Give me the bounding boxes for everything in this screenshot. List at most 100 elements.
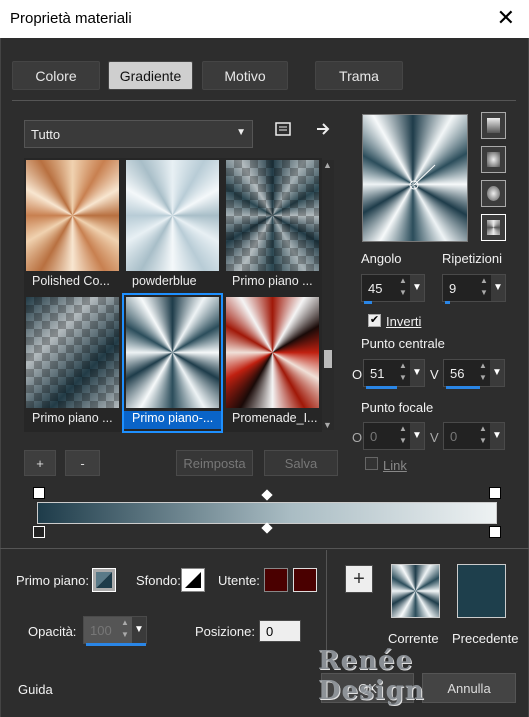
focal-v-value: 0	[450, 428, 458, 444]
gradient-swatch-3[interactable]: Primo piano ...	[224, 158, 321, 294]
opacity-spinner[interactable]: 100 ▲ ▼ ▼	[83, 616, 147, 646]
center-v-label: V	[430, 367, 439, 382]
remove-gradient-button[interactable]: -	[65, 450, 100, 476]
spin-arrows-icon[interactable]: ▲ ▼	[118, 617, 132, 643]
gradient-preview	[26, 297, 119, 408]
center-v-slider[interactable]	[446, 386, 480, 389]
invert-checkbox[interactable]: ✔	[368, 314, 381, 327]
center-v-spinner[interactable]: 56 ▲ ▼ ▼	[443, 359, 505, 389]
previous-label: Precedente	[452, 631, 519, 646]
help-link[interactable]: Guida	[18, 682, 53, 697]
current-swatch[interactable]	[391, 564, 440, 618]
user-color-swatch-1[interactable]	[264, 568, 288, 592]
scrollbar-thumb[interactable]	[324, 350, 332, 368]
radial-gradient-mode-button[interactable]	[481, 180, 506, 207]
reset-button[interactable]: Reimposta	[176, 450, 253, 476]
scroll-up-icon[interactable]: ▲	[323, 160, 332, 170]
gradient-name: Promenade_I...	[232, 411, 318, 425]
spin-arrows-icon[interactable]: ▲ ▼	[396, 275, 410, 301]
chevron-down-icon: ▼	[236, 127, 246, 138]
link-checkbox[interactable]	[365, 457, 378, 470]
center-v-value: 56	[450, 365, 465, 381]
linear-gradient-mode-button[interactable]	[481, 112, 506, 139]
add-gradient-button[interactable]: +	[24, 450, 56, 476]
gradient-preview	[226, 160, 319, 271]
spin-arrows-icon[interactable]: ▲ ▼	[477, 275, 491, 301]
opacity-slider[interactable]	[86, 643, 146, 646]
library-scrollbar[interactable]: ▲ ▼	[322, 160, 334, 430]
dropdown-icon[interactable]: ▼	[410, 423, 424, 449]
user-label: Utente:	[218, 573, 260, 588]
dropdown-icon[interactable]: ▼	[490, 360, 504, 386]
gradient-preview	[126, 160, 219, 271]
center-o-slider[interactable]	[366, 386, 397, 389]
background-stop-swatch[interactable]	[181, 568, 205, 592]
arrow-right-icon[interactable]	[312, 121, 334, 143]
repeats-value: 9	[449, 280, 457, 296]
color-stop-marker-bottom-right[interactable]	[489, 526, 501, 538]
color-stop-marker-top-right[interactable]	[489, 487, 501, 499]
gradient-preview	[226, 297, 319, 408]
position-label: Posizione:	[195, 624, 255, 639]
focal-v-spinner[interactable]: 0 ▲ ▼ ▼	[443, 422, 505, 450]
library-filter-value: Tutto	[31, 127, 61, 142]
scroll-down-icon[interactable]: ▼	[323, 420, 332, 430]
angle-slider[interactable]	[364, 301, 372, 304]
spin-arrows-icon[interactable]: ▲ ▼	[396, 360, 410, 386]
angle-spinner[interactable]: 45 ▲ ▼ ▼	[361, 274, 425, 304]
gradient-name: Polished Co...	[32, 274, 110, 288]
gradient-preview	[126, 297, 219, 408]
gradient-name: Primo piano-...	[124, 411, 221, 429]
foreground-stop-swatch[interactable]	[92, 568, 116, 592]
gradient-swatch-1[interactable]: Polished Co...	[24, 158, 121, 294]
dropdown-icon[interactable]: ▼	[410, 275, 424, 301]
sunburst-gradient-mode-button[interactable]	[481, 214, 506, 241]
close-icon[interactable]: ✕	[497, 5, 515, 31]
gradient-swatch-4[interactable]: Primo piano ...	[24, 295, 121, 431]
current-label: Corrente	[388, 631, 439, 646]
tab-gradiente[interactable]: Gradiente	[108, 61, 193, 90]
focal-o-value: 0	[370, 428, 378, 444]
tab-colore[interactable]: Colore	[12, 61, 100, 90]
resource-manager-icon[interactable]	[272, 121, 294, 143]
spin-arrows-icon[interactable]: ▲ ▼	[476, 423, 490, 449]
repeats-spinner[interactable]: 9 ▲ ▼ ▼	[442, 274, 506, 304]
gradient-name: Primo piano ...	[32, 411, 113, 425]
focal-o-spinner[interactable]: 0 ▲ ▼ ▼	[363, 422, 425, 450]
focal-o-label: O	[352, 430, 363, 445]
save-button[interactable]: Salva	[264, 450, 338, 476]
add-to-swatches-button[interactable]: +	[345, 565, 373, 593]
position-input[interactable]: 0	[259, 620, 301, 642]
gradient-preview-large[interactable]	[362, 114, 468, 242]
tab-motivo[interactable]: Motivo	[202, 61, 288, 90]
tab-divider	[12, 100, 516, 101]
color-stop-marker-bottom-left[interactable]	[33, 526, 45, 538]
dropdown-icon[interactable]: ▼	[490, 423, 504, 449]
gradient-preview	[26, 160, 119, 271]
invert-label: Inverti	[386, 314, 422, 329]
background-label: Sfondo:	[136, 573, 181, 588]
watermark-logo: Renée Design	[318, 646, 425, 706]
dropdown-icon[interactable]: ▼	[132, 617, 146, 643]
repeats-label: Ripetizioni	[442, 251, 502, 266]
library-filter-select[interactable]: Tutto ▼	[24, 120, 253, 148]
center-o-spinner[interactable]: 51 ▲ ▼ ▼	[363, 359, 425, 389]
repeats-slider[interactable]	[445, 301, 450, 304]
spin-arrows-icon[interactable]: ▲ ▼	[476, 360, 490, 386]
rectangular-gradient-mode-button[interactable]	[481, 146, 506, 173]
color-stop-marker-top-left[interactable]	[33, 487, 45, 499]
gradient-swatch-6[interactable]: Promenade_I...	[224, 295, 321, 431]
position-value: 0	[266, 623, 274, 639]
title-bar: Proprietà materiali ✕	[0, 0, 529, 38]
gradient-bar[interactable]	[37, 502, 497, 524]
link-label: Link	[383, 458, 407, 473]
opacity-value: 100	[90, 622, 112, 638]
dropdown-icon[interactable]: ▼	[410, 360, 424, 386]
gradient-swatch-5[interactable]: Primo piano-...	[122, 293, 223, 433]
user-color-swatch-2[interactable]	[293, 568, 317, 592]
previous-swatch[interactable]	[457, 564, 506, 618]
spin-arrows-icon[interactable]: ▲ ▼	[396, 423, 410, 449]
gradient-swatch-2[interactable]: powderblue	[124, 158, 221, 294]
tab-trama[interactable]: Trama	[315, 61, 403, 90]
dropdown-icon[interactable]: ▼	[491, 275, 505, 301]
